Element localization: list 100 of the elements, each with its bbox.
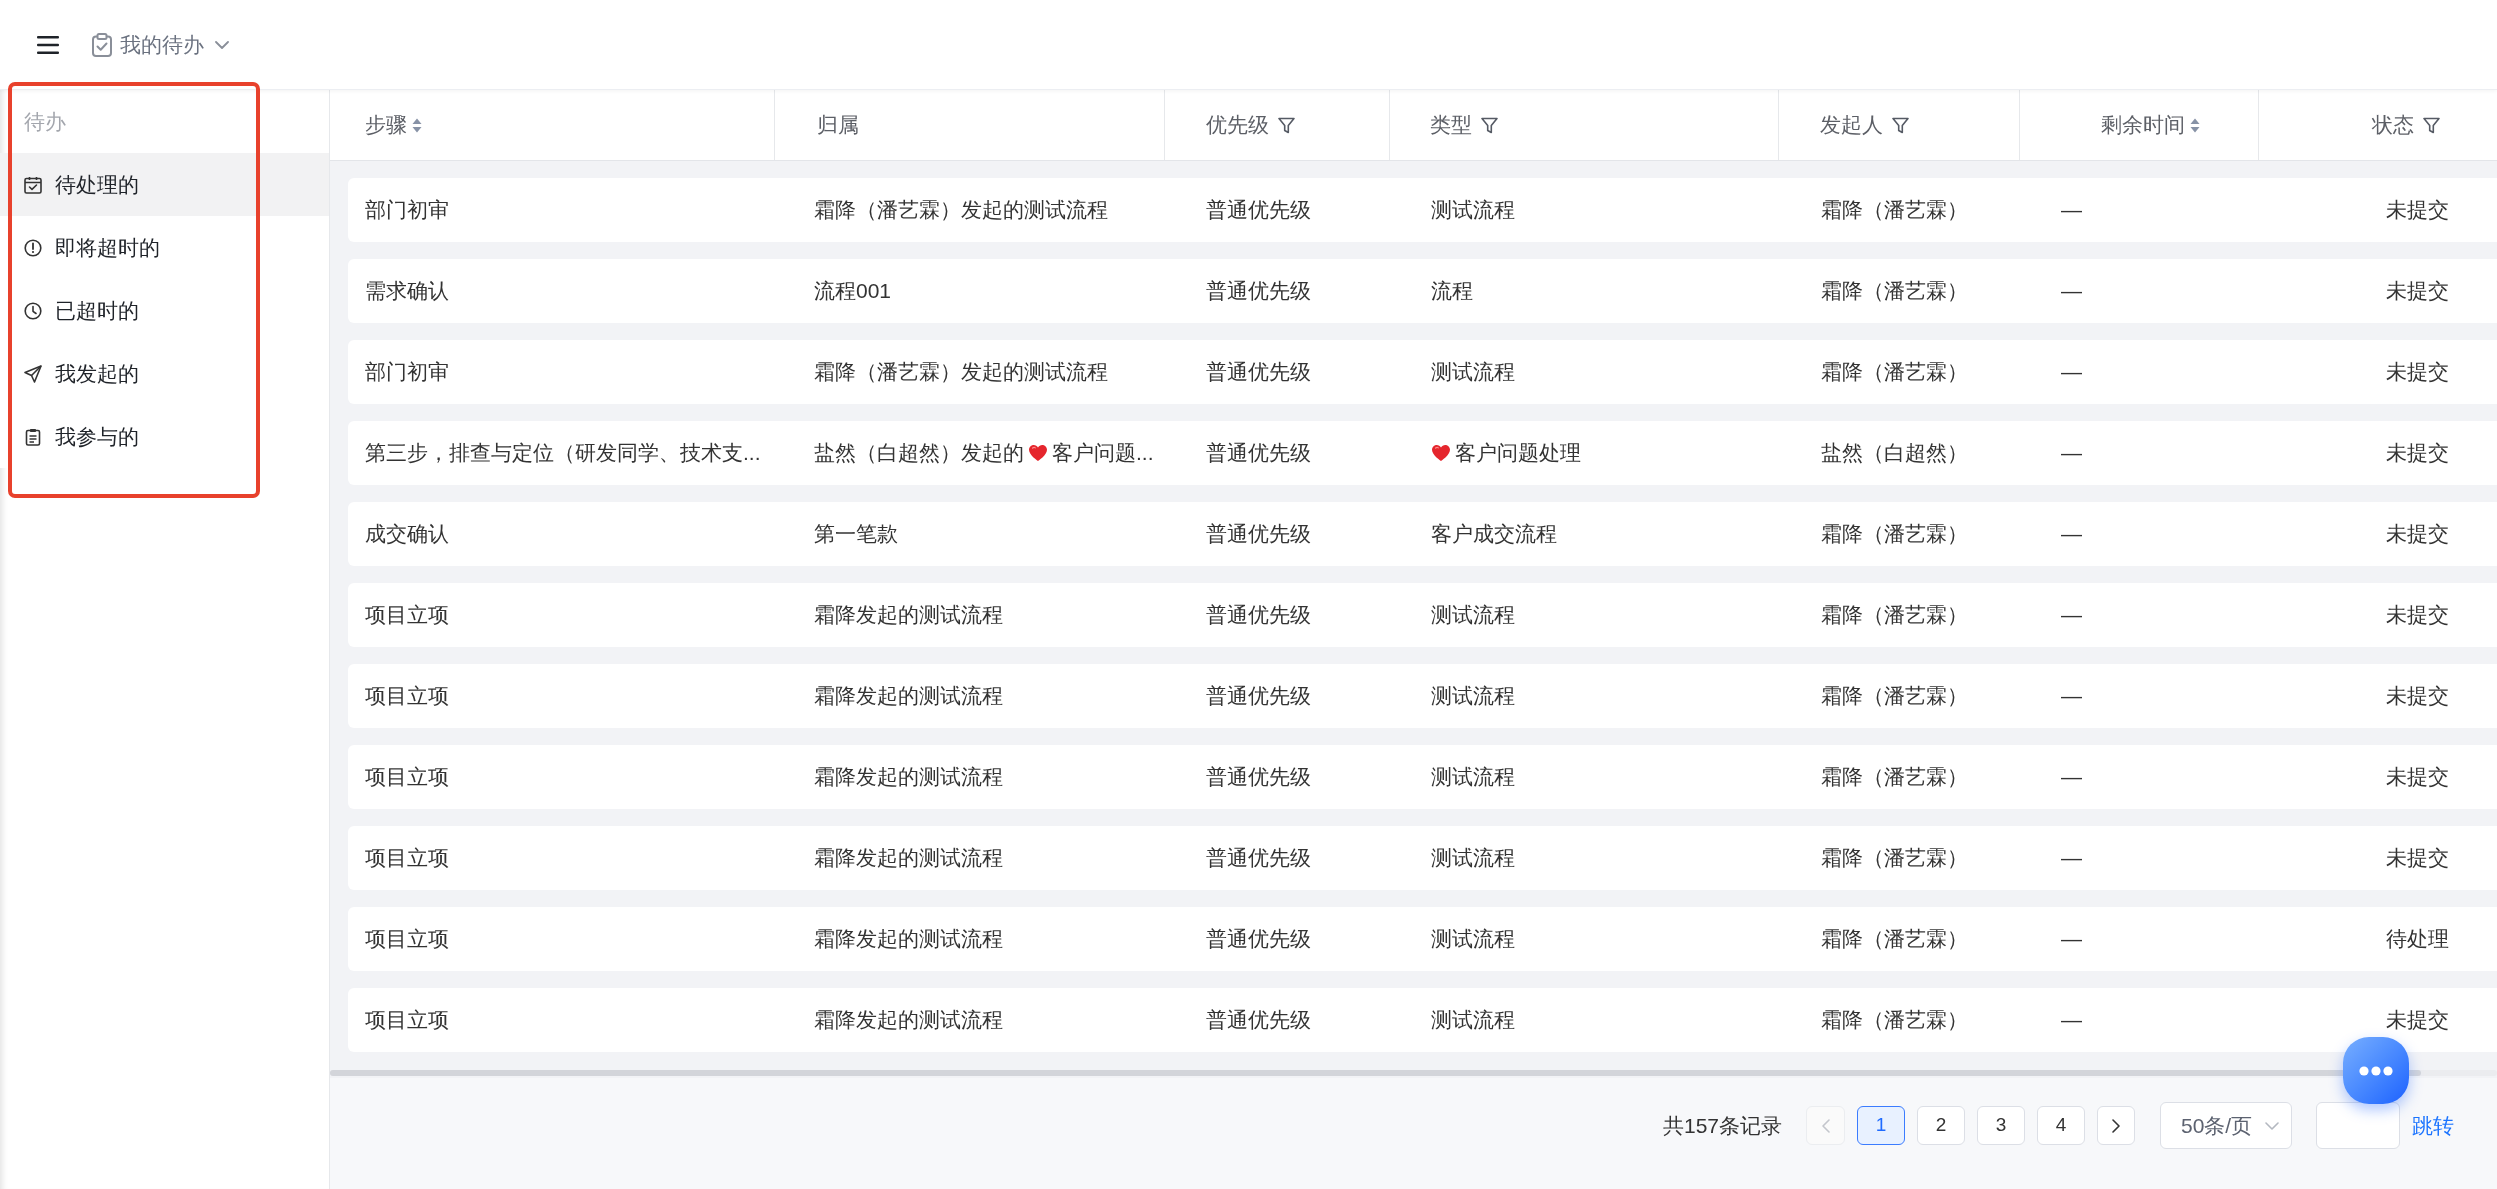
- table-cell-text: 需求确认: [365, 278, 449, 305]
- table-cell-text: 项目立项: [365, 764, 449, 791]
- table-cell-text: 未提交: [2386, 197, 2449, 224]
- page-button[interactable]: 3: [1977, 1106, 2025, 1145]
- table-row[interactable]: 项目立项 霜降发起的测试流程 普通优先级 测试流程 霜降（潘艺霖） — 未提交: [348, 745, 2497, 809]
- record-count: 共157条记录: [1662, 1112, 1782, 1139]
- table-cell-text: 第三步，排查与定位（研发同学、技术支...: [365, 440, 761, 467]
- filter-icon[interactable]: [2423, 116, 2440, 134]
- table-cell-text: 第一笔款: [814, 521, 898, 548]
- table-cell-text: 普通优先级: [1206, 440, 1311, 467]
- filter-icon[interactable]: [1892, 116, 1909, 134]
- table-row[interactable]: 项目立项 霜降发起的测试流程 普通优先级 测试流程 霜降（潘艺霖） — 未提交: [348, 988, 2497, 1052]
- table-row[interactable]: 项目立项 霜降发起的测试流程 普通优先级 测试流程 霜降（潘艺霖） — 待处理: [348, 907, 2497, 971]
- title-dropdown[interactable]: 我的待办: [92, 28, 229, 61]
- table-cell-text: 部门初审: [365, 359, 449, 386]
- table-cell-text: 测试流程: [1431, 845, 1515, 872]
- table-cell-text: 项目立项: [365, 845, 449, 872]
- next-page-button[interactable]: [2097, 1106, 2135, 1145]
- clock-icon: [24, 301, 42, 320]
- jump-link[interactable]: 跳转: [2412, 1109, 2454, 1142]
- table-row[interactable]: 项目立项 霜降发起的测试流程 普通优先级 测试流程 霜降（潘艺霖） — 未提交: [348, 826, 2497, 890]
- table-row[interactable]: 部门初审 霜降（潘艺霖）发起的测试流程 普通优先级 测试流程 霜降（潘艺霖） — 未提交: [348, 340, 2497, 404]
- exclamation-circle-icon: [24, 238, 42, 257]
- table-cell-text: 未提交: [2386, 278, 2449, 305]
- clipboard-list-icon: [24, 427, 42, 446]
- table-cell-text: 普通优先级: [1206, 278, 1311, 305]
- ellipsis-icon: [2359, 1065, 2393, 1076]
- table-cell-text: 霜降发起的测试流程: [814, 845, 1003, 872]
- table-cell-text: 未提交: [2386, 359, 2449, 386]
- table-cell-text: —: [2061, 602, 2082, 629]
- table-cell-text: 项目立项: [365, 602, 449, 629]
- column-header: 发起人: [1820, 112, 1883, 139]
- table-cell-text: —: [2061, 521, 2082, 548]
- horizontal-scrollbar[interactable]: [330, 1070, 2497, 1076]
- paper-plane-icon: [24, 364, 42, 383]
- table-cell-text: 盐然（白超然）发起的: [814, 440, 1024, 467]
- table-cell-text: 未提交: [2386, 602, 2449, 629]
- table-cell-text: 客户成交流程: [1431, 521, 1557, 548]
- table-cell-text: 未提交: [2386, 845, 2449, 872]
- table-cell-text: 普通优先级: [1206, 764, 1311, 791]
- table-row[interactable]: 项目立项 霜降发起的测试流程 普通优先级 测试流程 霜降（潘艺霖） — 未提交: [348, 664, 2497, 728]
- table-row[interactable]: 项目立项 霜降发起的测试流程 普通优先级 测试流程 霜降（潘艺霖） — 未提交: [348, 583, 2497, 647]
- column-header: 类型: [1430, 112, 1472, 139]
- table-cell-text: 霜降（潘艺霖）: [1821, 602, 1968, 629]
- table-cell-text: 未提交: [2386, 1007, 2449, 1034]
- column-header: 优先级: [1206, 112, 1269, 139]
- table-cell-text: 客户问题...: [1052, 440, 1154, 467]
- table-cell-text: 流程001: [814, 278, 892, 305]
- table-cell-text: 未提交: [2386, 521, 2449, 548]
- table-cell-text: —: [2061, 683, 2082, 710]
- table-row[interactable]: 需求确认 流程001 普通优先级 流程 霜降（潘艺霖） — 未提交: [348, 259, 2497, 323]
- table-cell-text: 霜降（潘艺霖）: [1821, 197, 1968, 224]
- page-button[interactable]: 1: [1857, 1106, 1905, 1145]
- table-cell-text: 测试流程: [1431, 926, 1515, 953]
- menu-icon[interactable]: [37, 35, 59, 54]
- table-cell-text: 未提交: [2386, 683, 2449, 710]
- table-cell-text: 测试流程: [1431, 764, 1515, 791]
- table-cell-text: 测试流程: [1431, 1007, 1515, 1034]
- table-cell-text: 霜降（潘艺霖）: [1821, 1007, 1968, 1034]
- table-cell-text: 流程: [1431, 278, 1473, 305]
- sidebar-item[interactable]: 待处理的: [0, 153, 329, 216]
- table-cell-text: 普通优先级: [1206, 1007, 1311, 1034]
- table-cell-text: 项目立项: [365, 1007, 449, 1034]
- heart-icon: [1431, 444, 1451, 462]
- table-cell-text: 普通优先级: [1206, 521, 1311, 548]
- table-cell-text: 普通优先级: [1206, 845, 1311, 872]
- chevron-down-icon: [2265, 1121, 2279, 1130]
- sidebar-heading: 待办: [24, 108, 66, 135]
- filter-icon[interactable]: [1278, 116, 1295, 134]
- table-row[interactable]: 第三步，排查与定位（研发同学、技术支... 盐然（白超然）发起的 客户问题... 普通优先级 客户问题处理 盐然（白超然） — 未提交: [348, 421, 2497, 485]
- table-cell-text: 霜降（潘艺霖）发起的测试流程: [814, 197, 1108, 224]
- page-button[interactable]: 2: [1917, 1106, 1965, 1145]
- table-cell-text: 未提交: [2386, 440, 2449, 467]
- table-cell-text: 霜降（潘艺霖）: [1821, 278, 1968, 305]
- table-cell-text: 测试流程: [1431, 197, 1515, 224]
- table-cell-text: 霜降发起的测试流程: [814, 1007, 1003, 1034]
- table-cell-text: —: [2061, 926, 2082, 953]
- table-cell-text: 项目立项: [365, 683, 449, 710]
- table-cell-text: 普通优先级: [1206, 683, 1311, 710]
- page-button[interactable]: 4: [2037, 1106, 2085, 1145]
- table-cell-text: 测试流程: [1431, 359, 1515, 386]
- page-jump-field[interactable]: [2316, 1102, 2400, 1149]
- page-size-select[interactable]: 50条/页: [2160, 1102, 2292, 1149]
- table-row[interactable]: 部门初审 霜降（潘艺霖）发起的测试流程 普通优先级 测试流程 霜降（潘艺霖） — 未提交: [348, 178, 2497, 242]
- sort-icon[interactable]: [2189, 117, 2200, 133]
- table-cell-text: 霜降发起的测试流程: [814, 926, 1003, 953]
- column-header: 步骤: [365, 112, 407, 139]
- table-cell-text: 霜降发起的测试流程: [814, 683, 1003, 710]
- table-cell-text: —: [2061, 359, 2082, 386]
- calendar-check-icon: [24, 175, 42, 194]
- table-cell-text: 霜降（潘艺霖）: [1821, 521, 1968, 548]
- table-cell-text: —: [2061, 1007, 2082, 1034]
- filter-icon[interactable]: [1481, 116, 1498, 134]
- table-row[interactable]: 成交确认 第一笔款 普通优先级 客户成交流程 霜降（潘艺霖） — 未提交: [348, 502, 2497, 566]
- table-cell-text: 成交确认: [365, 521, 449, 548]
- table-cell-text: 普通优先级: [1206, 926, 1311, 953]
- table-cell-text: 客户问题处理: [1455, 440, 1581, 467]
- table-cell-text: 测试流程: [1431, 683, 1515, 710]
- heart-icon: [1028, 444, 1048, 462]
- sort-icon[interactable]: [412, 117, 422, 133]
